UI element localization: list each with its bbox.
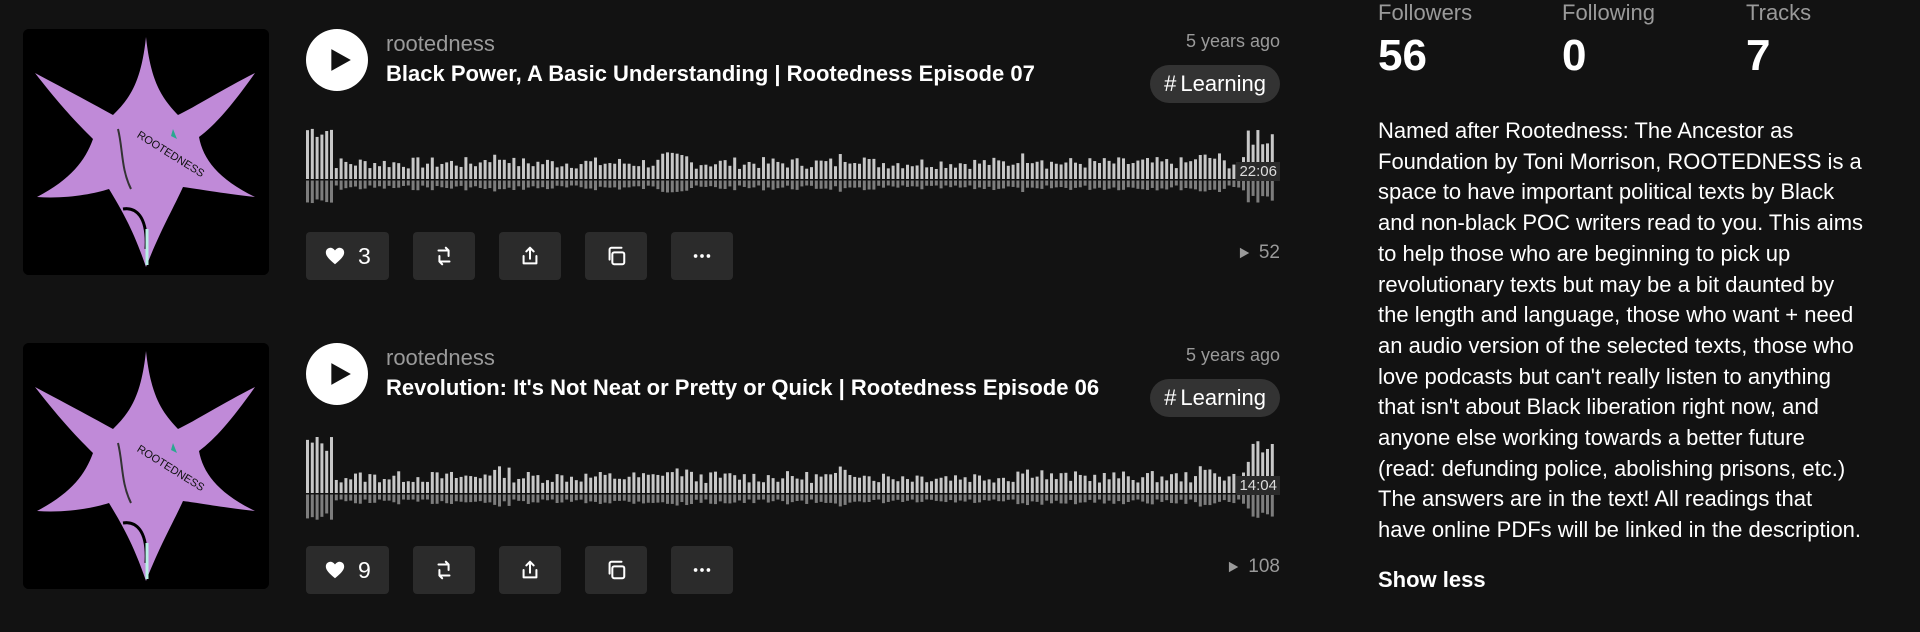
track-artwork[interactable]: ROOTEDNESS xyxy=(23,29,269,275)
repost-icon xyxy=(437,560,451,580)
play-icon xyxy=(330,363,351,385)
like-count: 3 xyxy=(358,242,371,269)
waveform-graphic xyxy=(306,437,1274,520)
play-count-icon xyxy=(1229,561,1239,573)
like-button[interactable]: 9 xyxy=(306,546,389,594)
repost-button[interactable] xyxy=(412,232,475,280)
profile-stats: Followers 56 Following 0 Tracks 7 xyxy=(1378,0,1920,80)
play-count: 52 xyxy=(1237,242,1280,264)
play-button[interactable] xyxy=(306,343,368,405)
track-age: 5 years ago xyxy=(1185,345,1280,365)
show-less-button[interactable]: Show less xyxy=(1378,567,1486,593)
share-button[interactable] xyxy=(498,546,561,594)
track-title[interactable]: Black Power, A Basic Understanding | Roo… xyxy=(386,61,1035,87)
like-button[interactable]: 3 xyxy=(306,232,389,280)
copy-icon xyxy=(608,560,626,580)
artwork-image: ROOTEDNESS xyxy=(23,29,269,275)
copy-icon xyxy=(608,246,626,266)
track-item: ROOTEDNESS rootedness Revolution: It's N… xyxy=(0,343,1290,594)
waveform-graphic xyxy=(306,128,1274,204)
track-item: ROOTEDNESS rootedness Black Power, A Bas… xyxy=(0,29,1290,280)
following-label: Following xyxy=(1562,0,1655,25)
share-icon xyxy=(522,560,538,579)
track-artwork[interactable]: ROOTEDNESS xyxy=(23,343,269,589)
play-count-value: 52 xyxy=(1258,242,1280,263)
track-actions: 3 xyxy=(306,232,733,280)
more-icon xyxy=(693,568,711,572)
play-count-icon xyxy=(1239,247,1250,259)
followers-stat[interactable]: Followers 56 xyxy=(1378,0,1562,80)
play-count-value: 108 xyxy=(1248,556,1280,577)
repost-button[interactable] xyxy=(412,546,475,594)
more-button[interactable] xyxy=(670,232,733,280)
track-username[interactable]: rootedness xyxy=(386,31,495,57)
followers-label: Followers xyxy=(1378,0,1473,25)
share-icon xyxy=(522,246,538,265)
track-duration: 22:06 xyxy=(1236,162,1280,181)
track-duration: 14:04 xyxy=(1236,476,1280,495)
waveform[interactable] xyxy=(306,121,1280,207)
artwork-image: ROOTEDNESS xyxy=(23,343,269,589)
following-stat[interactable]: Following 0 xyxy=(1562,0,1746,80)
hash-icon: # xyxy=(1164,71,1177,96)
track-title[interactable]: Revolution: It's Not Neat or Pretty or Q… xyxy=(386,375,1099,401)
track-username[interactable]: rootedness xyxy=(386,345,495,371)
more-button[interactable] xyxy=(670,546,733,594)
waveform[interactable] xyxy=(306,435,1280,521)
heart-icon xyxy=(325,247,345,265)
play-icon xyxy=(330,49,351,71)
following-count: 0 xyxy=(1562,31,1587,80)
copy-link-button[interactable] xyxy=(584,232,647,280)
play-button[interactable] xyxy=(306,29,368,91)
share-button[interactable] xyxy=(498,232,561,280)
heart-icon xyxy=(325,561,345,579)
more-icon xyxy=(693,254,711,258)
track-age: 5 years ago xyxy=(1185,31,1280,51)
followers-count: 56 xyxy=(1378,31,1427,80)
genre-tag-label: Learning xyxy=(1180,71,1266,96)
tracks-label: Tracks xyxy=(1746,0,1812,25)
copy-link-button[interactable] xyxy=(584,546,647,594)
profile-bio: Named after Rootedness: The Ancestor as … xyxy=(1378,118,1864,543)
repost-icon xyxy=(437,246,451,266)
tracks-stat[interactable]: Tracks 7 xyxy=(1746,0,1920,80)
genre-tag[interactable]: # Learning xyxy=(1150,65,1280,103)
track-actions: 9 xyxy=(306,546,733,594)
play-count: 108 xyxy=(1226,556,1280,578)
tracks-count: 7 xyxy=(1746,31,1771,80)
genre-tag-label: Learning xyxy=(1180,385,1266,410)
genre-tag[interactable]: # Learning xyxy=(1150,379,1280,417)
hash-icon: # xyxy=(1164,385,1177,410)
like-count: 9 xyxy=(358,556,371,583)
